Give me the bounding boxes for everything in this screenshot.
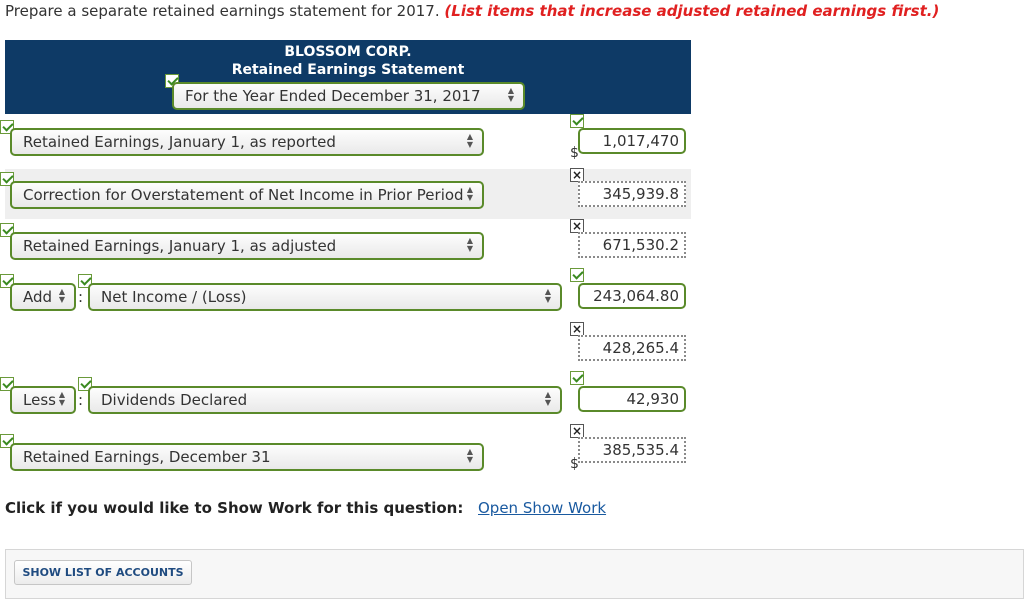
statement-title: Retained Earnings Statement xyxy=(231,62,465,78)
row-label-value: Retained Earnings, January 1, as reporte… xyxy=(23,133,336,151)
operator-select[interactable]: Add ▲ ▼ xyxy=(10,283,76,311)
amount-input[interactable]: 385,535.4 xyxy=(578,437,686,463)
x-mark-icon: × xyxy=(570,424,584,438)
select-arrows-icon: ▲ ▼ xyxy=(466,185,474,202)
check-icon xyxy=(570,114,584,128)
operator-value: Add xyxy=(23,288,53,306)
select-arrows-icon: ▲ ▼ xyxy=(58,287,66,304)
amount-input[interactable]: 1,017,470 xyxy=(578,128,686,154)
check-icon xyxy=(570,371,584,385)
row-label-value: Retained Earnings, January 1, as adjuste… xyxy=(23,237,337,255)
row-label-value: Correction for Overstatement of Net Inco… xyxy=(23,186,464,204)
row-label-select[interactable]: Correction for Overstatement of Net Inco… xyxy=(10,181,484,209)
select-arrows-icon: ▲ ▼ xyxy=(544,287,552,304)
operator-value: Less xyxy=(23,391,56,409)
operator-select[interactable]: Less ▲ ▼ xyxy=(10,386,76,414)
amount-input[interactable]: 243,064.80 xyxy=(578,283,686,309)
row-label-value: Net Income / (Loss) xyxy=(101,288,247,306)
select-arrows-icon: ▲ ▼ xyxy=(466,132,474,149)
separator-colon: : xyxy=(78,288,84,306)
period-select-value: For the Year Ended December 31, 2017 xyxy=(185,87,481,105)
row-label-value: Dividends Declared xyxy=(101,391,248,409)
open-show-work-link[interactable]: Open Show Work xyxy=(478,499,606,517)
amount-input[interactable]: 671,530.2 xyxy=(578,232,686,258)
company-name: BLOSSOM CORP. xyxy=(284,44,412,60)
select-arrows-icon: ▲ ▼ xyxy=(58,390,66,407)
instructions-emphasis: (List items that increase adjusted retai… xyxy=(444,2,940,20)
instructions: Prepare a separate retained earnings sta… xyxy=(5,2,939,20)
period-select[interactable]: For the Year Ended December 31, 2017 ▲ ▼ xyxy=(172,82,525,110)
row-label-value: Retained Earnings, December 31 xyxy=(23,448,271,466)
x-mark-icon: × xyxy=(570,168,584,182)
amount-input[interactable]: 345,939.8 xyxy=(578,181,686,207)
select-arrows-icon: ▲ ▼ xyxy=(466,236,474,253)
separator-colon: : xyxy=(78,391,84,409)
amount-input[interactable]: 42,930 xyxy=(578,386,686,412)
select-arrows-icon: ▲ ▼ xyxy=(466,447,474,464)
show-work-label: Click if you would like to Show Work for… xyxy=(5,499,464,517)
row-label-select[interactable]: Retained Earnings, January 1, as adjuste… xyxy=(10,232,484,260)
row-label-select[interactable]: Dividends Declared ▲ ▼ xyxy=(88,386,562,414)
check-icon xyxy=(570,268,584,282)
x-mark-icon: × xyxy=(570,219,584,233)
row-label-select[interactable]: Net Income / (Loss) ▲ ▼ xyxy=(88,283,562,311)
select-arrows-icon: ▲ ▼ xyxy=(507,86,515,103)
instructions-text: Prepare a separate retained earnings sta… xyxy=(5,2,440,20)
select-arrows-icon: ▲ ▼ xyxy=(544,390,552,407)
row-label-select[interactable]: Retained Earnings, January 1, as reporte… xyxy=(10,128,484,156)
row-label-select[interactable]: Retained Earnings, December 31 ▲ ▼ xyxy=(10,443,484,471)
amount-input[interactable]: 428,265.4 xyxy=(578,335,686,361)
show-list-of-accounts-button[interactable]: SHOW LIST OF ACCOUNTS xyxy=(14,560,192,585)
x-mark-icon: × xyxy=(570,322,584,336)
